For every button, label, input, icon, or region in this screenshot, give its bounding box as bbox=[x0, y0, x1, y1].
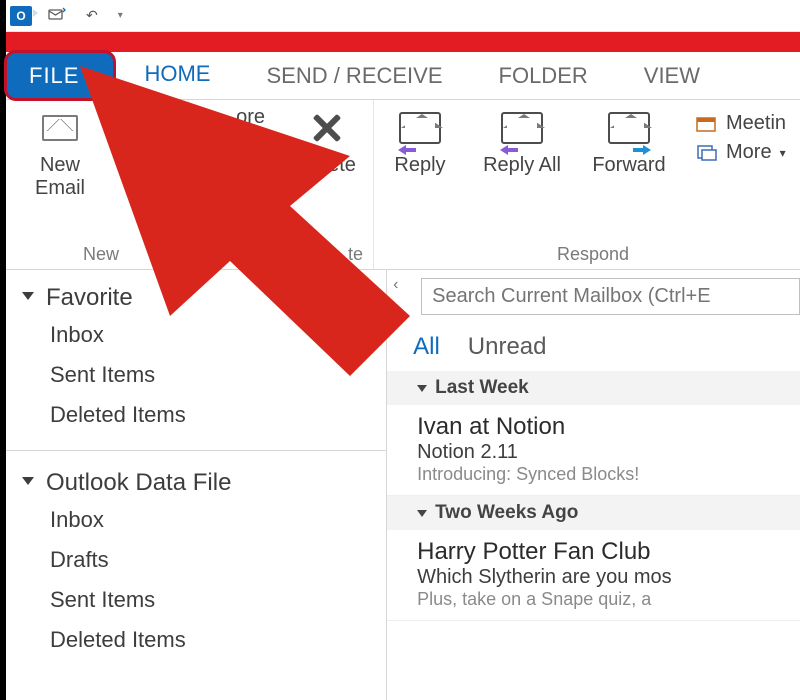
tab-view[interactable]: VIEW bbox=[616, 52, 728, 99]
new-items-button[interactable]: Items bbox=[122, 106, 182, 177]
delete-button[interactable]: Delete bbox=[287, 106, 367, 177]
message-row[interactable]: Harry Potter Fan Club Which Slytherin ar… bbox=[387, 530, 800, 621]
cmd-label: Reply bbox=[394, 154, 445, 177]
dropdown-icon: ▾ bbox=[780, 146, 786, 160]
forward-arrow-icon bbox=[631, 140, 653, 154]
filter-unread[interactable]: Unread bbox=[468, 333, 547, 361]
content-area: Favorite Inbox Sent Items Deleted Items … bbox=[6, 270, 800, 700]
new-email-button[interactable]: New Email bbox=[20, 106, 100, 200]
qat-sendreceive-button[interactable] bbox=[44, 7, 70, 24]
collapse-nav-button[interactable]: ‹ bbox=[393, 276, 398, 294]
message-list-pane: ‹ All Unread Last Week Ivan at Notion No… bbox=[387, 270, 800, 700]
message-subject: Which Slytherin are you mos bbox=[417, 566, 786, 589]
cmd-label: New Email bbox=[20, 154, 100, 200]
filter-row: All Unread bbox=[387, 323, 800, 371]
cmd-label: Meetin bbox=[726, 112, 786, 135]
meeting-button[interactable]: Meetin bbox=[696, 112, 798, 135]
qat-customize-dropdown[interactable]: ▾ bbox=[114, 10, 127, 21]
nav-section-datafile: Outlook Data File Inbox Drafts Sent Item… bbox=[22, 469, 366, 653]
ribbon-group-new: New Email Items New bbox=[6, 100, 188, 269]
message-preview: Plus, take on a Snape quiz, a bbox=[417, 589, 786, 610]
envelope-icon bbox=[42, 115, 78, 141]
nav-folder-sent-items[interactable]: Sent Items bbox=[50, 362, 366, 388]
group-label: te bbox=[348, 240, 367, 267]
group-header-two-weeks-ago[interactable]: Two Weeks Ago bbox=[387, 496, 800, 530]
nav-header-datafile[interactable]: Outlook Data File bbox=[22, 469, 366, 497]
ribbon-tabs: FILE HOME SEND / RECEIVE FOLDER VIEW bbox=[6, 52, 800, 100]
nav-header-label: Favorite bbox=[46, 284, 133, 312]
cmd-label: Items bbox=[122, 154, 171, 177]
ignore-button[interactable]: ore bbox=[195, 106, 265, 177]
message-from: Harry Potter Fan Club bbox=[417, 538, 786, 566]
tab-folder[interactable]: FOLDER bbox=[471, 52, 616, 99]
cmd-label: Reply All bbox=[483, 154, 561, 177]
nav-header-label: Outlook Data File bbox=[46, 469, 231, 497]
cmd-label: Delete bbox=[298, 154, 356, 177]
message-from: Ivan at Notion bbox=[417, 413, 786, 441]
cmd-label: ore bbox=[236, 106, 265, 129]
message-preview: Introducing: Synced Blocks! bbox=[417, 464, 786, 485]
cmd-label: Forward bbox=[592, 154, 665, 177]
tab-file[interactable]: FILE bbox=[4, 50, 116, 101]
nav-divider bbox=[6, 450, 386, 451]
outlook-icon: O bbox=[10, 6, 32, 26]
group-label: Respond bbox=[557, 240, 629, 267]
quick-access-toolbar: O ↶ ▾ bbox=[6, 0, 800, 32]
qat-undo-button[interactable]: ↶ bbox=[82, 7, 102, 24]
forward-button[interactable]: Forward bbox=[584, 106, 674, 177]
ribbon-group-delete: ore Delete te bbox=[188, 100, 373, 269]
tab-send-receive[interactable]: SEND / RECEIVE bbox=[238, 52, 470, 99]
x-icon bbox=[310, 111, 344, 145]
reply-button[interactable]: Reply bbox=[380, 106, 460, 177]
group-header-last-week[interactable]: Last Week bbox=[387, 371, 800, 405]
ribbon: New Email Items New ore Delete te bbox=[6, 100, 800, 270]
more-icon bbox=[696, 144, 718, 162]
group-label: New bbox=[83, 240, 119, 267]
ribbon-group-respond: Reply Reply All Forward bbox=[373, 100, 800, 269]
cmd-label: More bbox=[726, 141, 772, 164]
tab-home[interactable]: HOME bbox=[116, 52, 238, 99]
filter-all[interactable]: All bbox=[413, 333, 440, 361]
nav-folder-deleted-items[interactable]: Deleted Items bbox=[50, 402, 366, 428]
annotation-highlight-bar bbox=[6, 32, 800, 52]
nav-section-favorites: Favorite Inbox Sent Items Deleted Items bbox=[22, 284, 366, 428]
reply-all-arrow-icon bbox=[498, 140, 520, 154]
respond-extra: Meetin More ▾ bbox=[696, 106, 800, 164]
nav-header-favorites[interactable]: Favorite bbox=[22, 284, 366, 312]
search-input[interactable] bbox=[421, 278, 800, 315]
calendar-icon bbox=[696, 115, 718, 133]
nav-folder-deleted-items[interactable]: Deleted Items bbox=[50, 627, 366, 653]
message-subject: Notion 2.11 bbox=[417, 441, 786, 464]
message-row[interactable]: Ivan at Notion Notion 2.11 Introducing: … bbox=[387, 405, 800, 496]
folder-nav-pane: Favorite Inbox Sent Items Deleted Items … bbox=[6, 270, 387, 700]
nav-folder-inbox[interactable]: Inbox bbox=[50, 322, 366, 348]
reply-all-button[interactable]: Reply All bbox=[482, 106, 562, 177]
reply-arrow-icon bbox=[396, 140, 418, 154]
nav-folder-sent-items[interactable]: Sent Items bbox=[50, 587, 366, 613]
nav-folder-inbox[interactable]: Inbox bbox=[50, 507, 366, 533]
more-respond-button[interactable]: More ▾ bbox=[696, 141, 798, 164]
nav-folder-drafts[interactable]: Drafts bbox=[50, 547, 366, 573]
